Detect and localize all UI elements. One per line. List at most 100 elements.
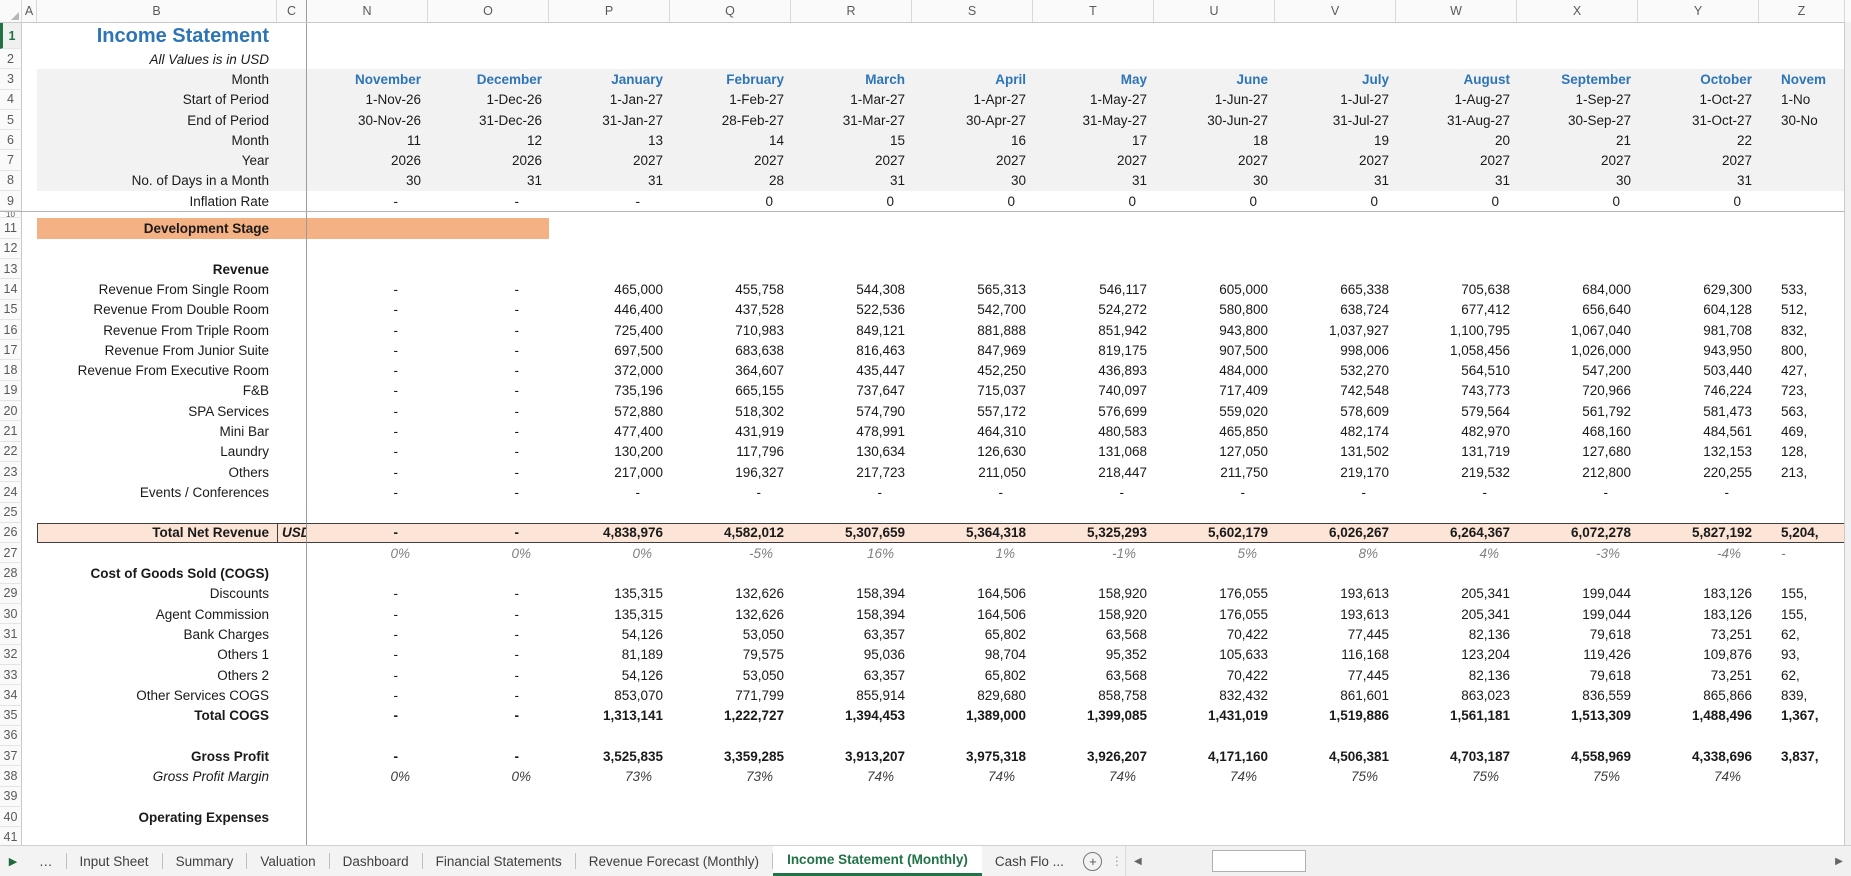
- cell-A6[interactable]: [22, 130, 37, 150]
- cell-P21[interactable]: 477,400: [549, 421, 670, 441]
- cell-S13[interactable]: [912, 259, 1033, 279]
- cell-Y24[interactable]: -: [1638, 482, 1759, 502]
- cell-Q21[interactable]: 431,919: [670, 421, 791, 441]
- cell-T39[interactable]: [1033, 787, 1154, 807]
- cell-Y26[interactable]: 5,827,192: [1638, 522, 1759, 544]
- cell-Z21[interactable]: 469,: [1759, 421, 1845, 441]
- cell-Y38[interactable]: 74%: [1638, 766, 1759, 786]
- cell-S24[interactable]: -: [912, 482, 1033, 502]
- cell-Z36[interactable]: [1759, 726, 1845, 746]
- cell-C33[interactable]: [277, 664, 307, 686]
- row-header-39[interactable]: 39: [0, 786, 22, 807]
- cell-Q4[interactable]: 1-Feb-27: [670, 89, 791, 110]
- cell-Q22[interactable]: 117,796: [670, 442, 791, 462]
- cell-C26[interactable]: USD: [277, 522, 307, 544]
- cell-O39[interactable]: [428, 787, 549, 807]
- cell-N2[interactable]: [307, 49, 428, 69]
- cell-U12[interactable]: [1154, 239, 1275, 259]
- cell-Y7[interactable]: 2027: [1638, 150, 1759, 171]
- cell-Z13[interactable]: [1759, 259, 1845, 279]
- row-header-21[interactable]: 21: [0, 421, 22, 442]
- cell-X13[interactable]: [1517, 259, 1638, 279]
- cell-Y6[interactable]: 22: [1638, 130, 1759, 151]
- cell-R9[interactable]: 0: [791, 191, 912, 211]
- cell-Z24[interactable]: [1759, 482, 1845, 502]
- cell-C2[interactable]: [277, 49, 307, 70]
- cell-O33[interactable]: -: [428, 665, 549, 685]
- column-header-S[interactable]: S: [912, 0, 1033, 22]
- cell-X40[interactable]: [1517, 807, 1638, 827]
- cell-U11[interactable]: [1154, 218, 1275, 238]
- cell-S40[interactable]: [912, 807, 1033, 827]
- cell-V34[interactable]: 861,601: [1275, 685, 1396, 705]
- cell-Z27[interactable]: -: [1759, 543, 1845, 563]
- cell-C36[interactable]: [277, 725, 307, 747]
- cell-T26[interactable]: 5,325,293: [1033, 522, 1154, 544]
- cell-R22[interactable]: 130,634: [791, 442, 912, 462]
- cell-B14[interactable]: Revenue From Single Room: [37, 279, 277, 299]
- cell-S12[interactable]: [912, 239, 1033, 259]
- cell-N19[interactable]: -: [307, 381, 428, 401]
- cell-U14[interactable]: 605,000: [1154, 279, 1275, 299]
- cell-B30[interactable]: Agent Commission: [37, 604, 277, 624]
- row-header-17[interactable]: 17: [0, 340, 22, 361]
- cell-W32[interactable]: 123,204: [1396, 645, 1517, 665]
- cell-V19[interactable]: 742,548: [1275, 381, 1396, 401]
- cell-V21[interactable]: 482,174: [1275, 421, 1396, 441]
- cell-C7[interactable]: [277, 150, 307, 171]
- cell-N5[interactable]: 30-Nov-26: [307, 109, 428, 131]
- cell-Z5[interactable]: 30-No: [1759, 109, 1845, 131]
- cell-V4[interactable]: 1-Jul-27: [1275, 89, 1396, 110]
- cell-Q17[interactable]: 683,638: [670, 340, 791, 360]
- hscroll-thumb[interactable]: [1211, 850, 1306, 872]
- cell-O11[interactable]: [428, 218, 549, 239]
- cell-W7[interactable]: 2027: [1396, 150, 1517, 171]
- cell-C13[interactable]: [277, 258, 307, 280]
- cell-P38[interactable]: 73%: [549, 766, 670, 786]
- cell-O9[interactable]: -: [428, 191, 549, 211]
- cell-A16[interactable]: [22, 320, 37, 340]
- cell-W18[interactable]: 564,510: [1396, 360, 1517, 380]
- cell-R35[interactable]: 1,394,453: [791, 706, 912, 726]
- cell-Q25[interactable]: [670, 503, 791, 523]
- cell-S31[interactable]: 65,802: [912, 624, 1033, 644]
- cell-N22[interactable]: -: [307, 442, 428, 462]
- cell-T4[interactable]: 1-May-27: [1033, 89, 1154, 110]
- cell-Z15[interactable]: 512,: [1759, 300, 1845, 320]
- cell-R33[interactable]: 63,357: [791, 665, 912, 685]
- cell-R3[interactable]: March: [791, 69, 912, 90]
- cell-Y17[interactable]: 943,950: [1638, 340, 1759, 360]
- cell-O1[interactable]: [428, 23, 549, 49]
- cell-A8[interactable]: [22, 171, 37, 191]
- cell-N26[interactable]: -: [307, 522, 428, 544]
- cell-Q23[interactable]: 196,327: [670, 462, 791, 482]
- cell-U17[interactable]: 907,500: [1154, 340, 1275, 360]
- row-header-38[interactable]: 38: [0, 766, 22, 787]
- cell-V18[interactable]: 532,270: [1275, 360, 1396, 380]
- cell-B6[interactable]: Month: [37, 130, 277, 151]
- cell-N40[interactable]: [307, 807, 428, 827]
- cell-Z34[interactable]: 839,: [1759, 685, 1845, 705]
- cell-B19[interactable]: F&B: [37, 381, 277, 401]
- cell-U2[interactable]: [1154, 49, 1275, 69]
- row-header-30[interactable]: 30: [0, 604, 22, 625]
- cell-R5[interactable]: 31-Mar-27: [791, 109, 912, 131]
- cell-W22[interactable]: 131,719: [1396, 442, 1517, 462]
- cell-N6[interactable]: 11: [307, 130, 428, 151]
- cell-X8[interactable]: 30: [1517, 170, 1638, 192]
- cell-C27[interactable]: [277, 543, 307, 564]
- row-header-4[interactable]: 4: [0, 89, 22, 110]
- cell-S39[interactable]: [912, 787, 1033, 807]
- cell-C32[interactable]: [277, 644, 307, 665]
- cell-P12[interactable]: [549, 239, 670, 259]
- cell-W13[interactable]: [1396, 259, 1517, 279]
- cell-O31[interactable]: -: [428, 624, 549, 644]
- cell-Y31[interactable]: 73,251: [1638, 624, 1759, 644]
- cell-O3[interactable]: December: [428, 69, 549, 90]
- cell-T24[interactable]: -: [1033, 482, 1154, 502]
- cell-Z19[interactable]: 723,: [1759, 381, 1845, 401]
- cell-O22[interactable]: -: [428, 442, 549, 462]
- cell-Z11[interactable]: [1759, 218, 1845, 238]
- cell-P6[interactable]: 13: [549, 130, 670, 151]
- cell-T28[interactable]: [1033, 563, 1154, 583]
